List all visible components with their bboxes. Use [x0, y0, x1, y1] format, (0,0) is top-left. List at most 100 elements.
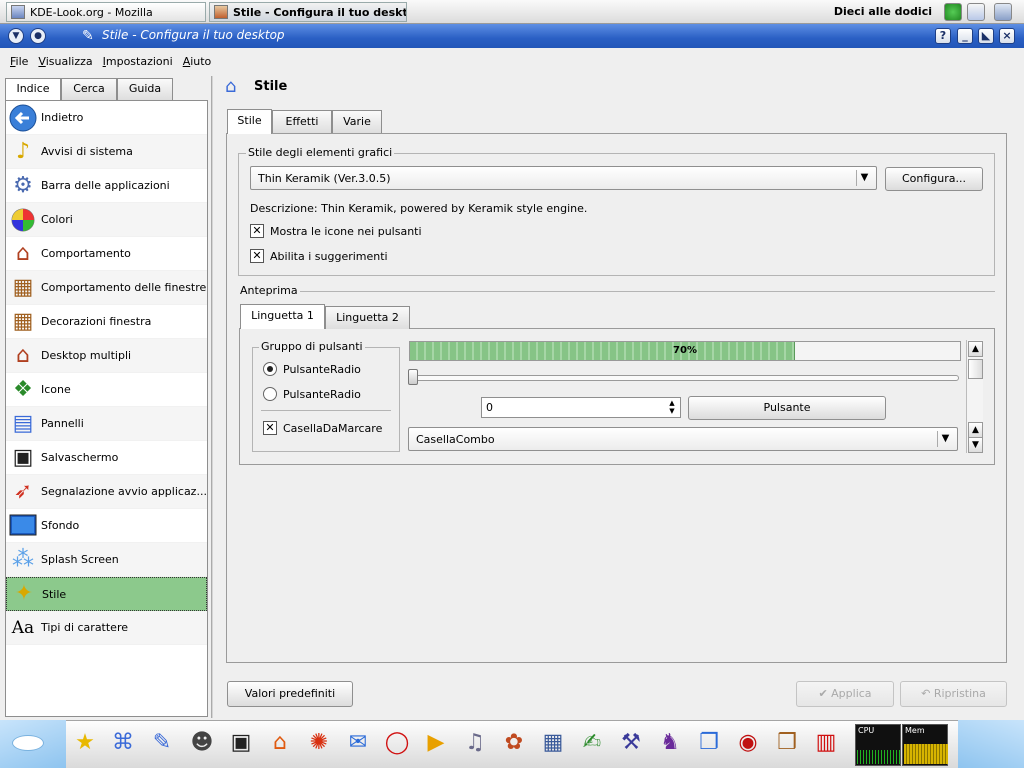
sidebar-item-window-decorations[interactable]: ▦ Decorazioni finestra: [6, 305, 207, 339]
close-button[interactable]: ×: [999, 28, 1015, 44]
home-icon[interactable]: ⌂: [265, 728, 295, 758]
menubar: File Visualizza Impostazioni Aiuto: [0, 48, 1024, 74]
sidebar-item-splash-screen[interactable]: ⁂ Splash Screen: [6, 543, 207, 577]
task-mozilla[interactable]: KDE-Look.org - Mozilla: [6, 2, 206, 22]
window-menu-icon[interactable]: ▼: [8, 28, 24, 44]
radio-label-1[interactable]: PulsanteRadio: [283, 363, 361, 376]
menu-settings[interactable]: Impostazioni: [98, 55, 178, 68]
tooltips-checkbox[interactable]: ✕: [250, 249, 264, 263]
maximize-button[interactable]: ◣: [978, 28, 994, 44]
menu-file[interactable]: File: [5, 55, 33, 68]
gamepad-icon[interactable]: ⌘: [108, 728, 138, 758]
radio-button-2[interactable]: [263, 387, 277, 401]
minimize-button[interactable]: _: [957, 28, 973, 44]
back-arrow-icon: [8, 103, 38, 133]
tab-guide[interactable]: Guida: [117, 78, 173, 100]
slider-track[interactable]: [411, 375, 959, 381]
show-icons-checkbox[interactable]: ✕: [250, 224, 264, 238]
terminal-icon[interactable]: ▣: [226, 728, 256, 758]
sidebar-item-label: Stile: [42, 587, 67, 601]
tab-style[interactable]: Stile: [227, 109, 272, 134]
scroll-up-icon[interactable]: ▲: [968, 341, 983, 357]
preview-checkbox[interactable]: ✕: [263, 421, 277, 435]
apply-button[interactable]: ✔ Applica: [796, 681, 894, 707]
preview-scrollbar[interactable]: ▲ ▲ ▼: [966, 340, 983, 453]
calculator-icon[interactable]: ▦: [538, 728, 568, 758]
media-player-icon[interactable]: ▶: [421, 728, 451, 758]
clock[interactable]: Dieci alle dodici: [834, 5, 932, 18]
settings-tools-icon[interactable]: ⚒: [616, 728, 646, 758]
sidebar-item-back[interactable]: Indietro: [6, 101, 207, 135]
tools-icon[interactable]: ✎: [147, 728, 177, 758]
preview-checkbox-label[interactable]: CasellaDaMarcare: [283, 422, 382, 435]
kde-mb-icon[interactable]: ▥: [811, 728, 841, 758]
preview-push-button[interactable]: Pulsante: [688, 396, 886, 420]
slider-handle[interactable]: [408, 369, 418, 385]
scroll-thumb[interactable]: [968, 359, 983, 379]
sidebar-item-taskbar[interactable]: ⚙ Barra delle applicazioni: [6, 169, 207, 203]
sidebar-item-launch-feedback[interactable]: ➶ Segnalazione avvio applicaz...: [6, 475, 207, 509]
sidebar-item-window-behavior[interactable]: ▦ Comportamento delle finestre: [6, 271, 207, 305]
sidebar-item-behavior[interactable]: ⌂ Comportamento: [6, 237, 207, 271]
sidebar-item-icons[interactable]: ❖ Icone: [6, 373, 207, 407]
kde-menu-button[interactable]: [12, 735, 44, 751]
paint-palette-icon[interactable]: ✿: [499, 728, 529, 758]
reset-button[interactable]: ↶ Ripristina: [900, 681, 1007, 707]
tray-globe-icon[interactable]: [944, 3, 962, 21]
sidebar-item-background[interactable]: Sfondo: [6, 509, 207, 543]
show-icons-label[interactable]: Mostra le icone nei pulsanti: [270, 225, 422, 238]
sidebar-item-style[interactable]: ✦ Stile: [6, 577, 207, 611]
sidebar-item-label: Decorazioni finestra: [41, 315, 152, 328]
memory-monitor[interactable]: Mem: [902, 724, 948, 766]
preview-combo-value: CasellaCombo: [416, 432, 495, 446]
tray-clipboard-icon[interactable]: [967, 3, 985, 21]
penguin-icon[interactable]: ☻: [187, 728, 217, 758]
folder-icon[interactable]: ❐: [694, 728, 724, 758]
sidebar-item-screensaver[interactable]: ▣ Salvaschermo: [6, 441, 207, 475]
preview-combo-box[interactable]: CasellaCombo ▼: [408, 427, 958, 451]
scroll-up-icon[interactable]: ▲: [968, 422, 983, 438]
mozilla-icon: [11, 5, 25, 19]
cpu-monitor[interactable]: CPU: [855, 724, 901, 766]
sidebar-item-system-notifications[interactable]: ♪ Avvisi di sistema: [6, 135, 207, 169]
configure-button[interactable]: Configura...: [885, 167, 983, 191]
help-button[interactable]: ?: [935, 28, 951, 44]
mail-icon[interactable]: ✉: [343, 728, 373, 758]
opera-icon[interactable]: ◯: [382, 728, 412, 758]
style-description: Descrizione: Thin Keramik, powered by Ke…: [250, 202, 588, 215]
tray-speaker-icon[interactable]: [994, 3, 1012, 21]
star-icon[interactable]: ★: [70, 728, 100, 758]
tab-linguetta-2[interactable]: Linguetta 2: [325, 306, 410, 329]
package-icon[interactable]: ❒: [772, 728, 802, 758]
tab-effects[interactable]: Effetti: [272, 110, 332, 133]
defaults-button[interactable]: Valori predefiniti: [227, 681, 353, 707]
tab-misc[interactable]: Varie: [332, 110, 382, 133]
sound-icon[interactable]: ♫: [460, 728, 490, 758]
network-icon[interactable]: ◉: [733, 728, 763, 758]
sticky-icon[interactable]: ●: [30, 28, 46, 44]
splitter[interactable]: [211, 76, 213, 718]
tab-index[interactable]: Indice: [5, 78, 61, 101]
module-list: Indietro ♪ Avvisi di sistema ⚙ Barra del…: [5, 100, 208, 717]
tab-linguetta-1[interactable]: Linguetta 1: [240, 304, 325, 329]
spin-arrows-icon[interactable]: ▲ ▼: [666, 399, 678, 415]
game-icon[interactable]: ♞: [655, 728, 685, 758]
sidebar-item-colors[interactable]: Colori: [6, 203, 207, 237]
sidebar-item-fonts[interactable]: Aa Tipi di carattere: [6, 611, 207, 645]
radio-button-1[interactable]: [263, 362, 277, 376]
sidebar-item-multiple-desktops[interactable]: ⌂ Desktop multipli: [6, 339, 207, 373]
menu-view[interactable]: Visualizza: [33, 55, 97, 68]
tooltips-label[interactable]: Abilita i suggerimenti: [270, 250, 388, 263]
task-kcontrol[interactable]: Stile - Configura il tuo desktop: [209, 2, 407, 22]
tab-search[interactable]: Cerca: [61, 78, 117, 100]
konqueror-icon[interactable]: ✺: [304, 728, 334, 758]
radio-label-2[interactable]: PulsanteRadio: [283, 388, 361, 401]
widget-style-select[interactable]: Thin Keramik (Ver.3.0.5) ▼: [250, 166, 877, 190]
sidebar-item-panels[interactable]: ▤ Pannelli: [6, 407, 207, 441]
sidebar-item-label: Comportamento delle finestre: [41, 281, 207, 294]
menu-help[interactable]: Aiuto: [178, 55, 217, 68]
scroll-down-icon[interactable]: ▼: [968, 437, 983, 453]
spin-box[interactable]: 0 ▲ ▼: [481, 397, 681, 418]
memory-monitor-label: Mem: [905, 726, 925, 735]
editor-icon[interactable]: ✍: [577, 728, 607, 758]
